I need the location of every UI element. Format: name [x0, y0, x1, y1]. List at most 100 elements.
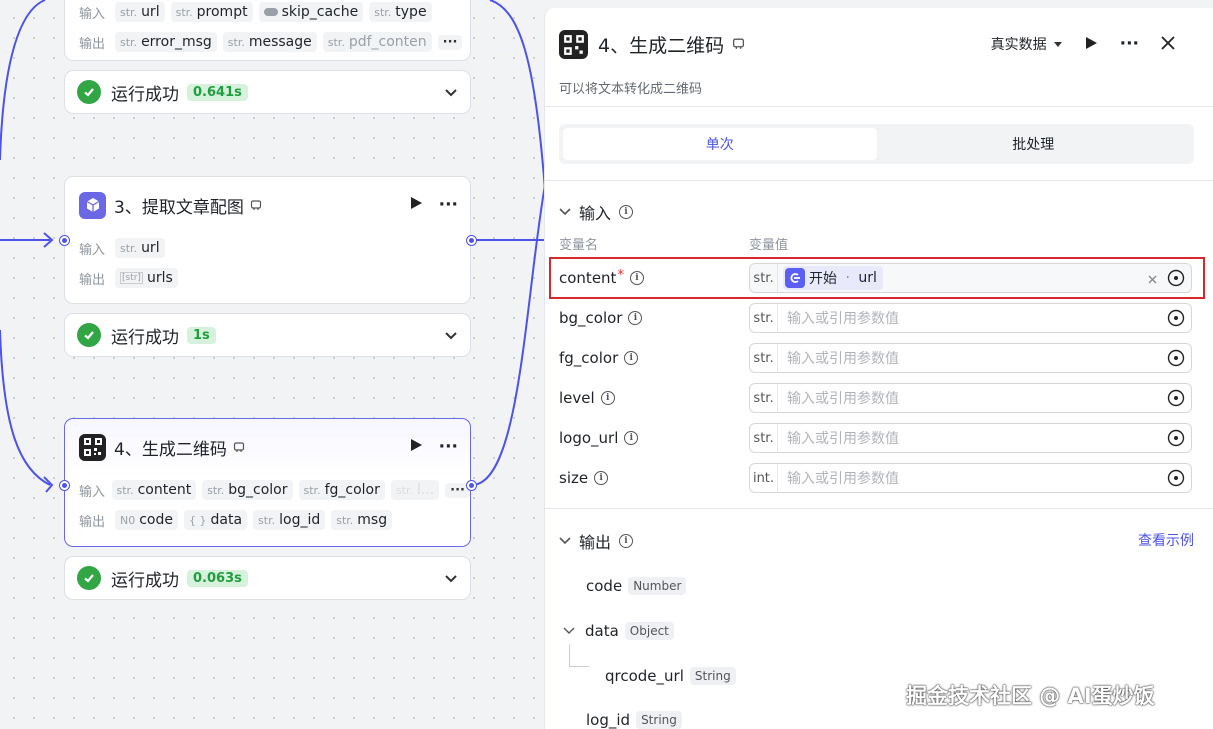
placeholder: 输入或引用参数值	[787, 311, 899, 327]
variable-select-icon[interactable]	[1167, 429, 1185, 447]
node2-status-bar[interactable]: 运行成功 0.641s	[64, 70, 471, 114]
qrcode-icon	[79, 433, 106, 461]
node-detail-panel: 4、生成二维码 真实数据 ··· 可以将文本转化成二维码 单次 批处理 输入 i…	[544, 8, 1213, 729]
info-icon: i	[624, 431, 639, 445]
type-badge: int.	[750, 464, 778, 492]
highlight-box	[549, 257, 1205, 299]
type-badge: str.	[750, 424, 778, 452]
placeholder: 输入或引用参数值	[787, 351, 899, 367]
status-text: 运行成功	[111, 570, 179, 591]
output-chip: str. msg	[331, 510, 393, 530]
info-icon: i	[628, 311, 643, 325]
info-icon: i	[619, 205, 634, 219]
input-chip: str. url	[115, 238, 165, 258]
param-name: size	[559, 469, 589, 487]
run-mode-tabs: 单次 批处理	[559, 124, 1194, 164]
panel-title: 4、生成二维码	[598, 35, 725, 57]
node4-input-handle[interactable]	[60, 481, 69, 490]
output-chip: { } data	[184, 510, 248, 530]
panel-actions: 真实数据 ···	[991, 34, 1175, 54]
input-section-header[interactable]: 输入 i	[559, 200, 634, 224]
chevron-down-icon[interactable]	[444, 326, 458, 345]
node3-inputs-row: 输入 str. url	[65, 233, 470, 263]
cube-icon	[79, 191, 106, 219]
output-field-data[interactable]: data Object	[563, 622, 674, 640]
input-chip: str. prompt	[170, 2, 253, 22]
output-chip: str. log_id	[253, 510, 326, 530]
output-field-code: code Number	[586, 577, 687, 595]
output-section-header[interactable]: 输出 i	[559, 529, 634, 553]
node4-status-bar[interactable]: 运行成功 0.063s	[64, 556, 471, 600]
status-text: 运行成功	[111, 84, 179, 105]
plugin-icon	[732, 35, 745, 54]
variable-select-icon[interactable]	[1167, 309, 1185, 327]
node-title: 3、提取文章配图	[114, 197, 244, 218]
panel-description: 可以将文本转化成二维码	[559, 82, 703, 97]
status-text: 运行成功	[111, 327, 179, 348]
output-field-qrcode-url: qrcode_url String	[605, 667, 736, 685]
tree-line	[569, 645, 589, 667]
param-input-level[interactable]: str. 输入或引用参数值	[749, 383, 1192, 413]
input-label: 输入	[79, 6, 106, 22]
node4-output-handle[interactable]	[467, 481, 476, 490]
input-chip: str. type	[369, 2, 432, 22]
panel-header: 4、生成二维码	[559, 30, 745, 59]
node3-output-handle[interactable]	[467, 236, 476, 245]
node-pdf-read[interactable]: 输入 str. url str. prompt skip_cache str. typ…	[64, 0, 471, 61]
node4-inputs-row: 输入 str. content str. bg_color str. fg_color…	[65, 475, 470, 505]
input-chip: str. bg_color	[202, 480, 293, 500]
tab-batch[interactable]: 批处理	[877, 128, 1191, 160]
more-icon[interactable]: ···	[1120, 34, 1139, 54]
node-extract-images[interactable]: 3、提取文章配图 ··· 输入 str. url 输出 [str] urls	[64, 176, 471, 304]
node3-input-handle[interactable]	[60, 236, 69, 245]
chevron-down-icon[interactable]	[444, 569, 458, 588]
node2-inputs-row: 输入 str. url str. prompt skip_cache str. typ…	[65, 0, 470, 27]
output-label: 输出	[79, 514, 106, 530]
check-icon	[77, 323, 101, 347]
variable-select-icon[interactable]	[1167, 389, 1185, 407]
more-icon[interactable]: ···	[439, 437, 458, 457]
variable-select-icon[interactable]	[1167, 349, 1185, 367]
column-header-name: 变量名	[559, 238, 599, 253]
output-field-log-id: log_id String	[586, 711, 682, 729]
param-name: fg_color	[559, 349, 619, 367]
type-tag: Object	[624, 622, 674, 640]
input-chip: str. content	[111, 480, 197, 500]
input-chip: str. fg_color	[298, 480, 385, 500]
output-chip: str. message	[222, 32, 317, 52]
output-label: 输出	[79, 36, 106, 52]
watermark: 掘金技术社区 @ AI蛋炒饭	[906, 684, 1155, 708]
more-outputs-button[interactable]: ···	[437, 34, 463, 50]
data-mode-select[interactable]: 真实数据	[991, 34, 1063, 54]
type-badge: str.	[750, 344, 778, 372]
node4-outputs-row: 输出 N0 code { } data str. log_id str. msg	[65, 505, 470, 535]
more-icon[interactable]: ···	[439, 195, 458, 215]
param-input-fg-color[interactable]: str. 输入或引用参数值	[749, 343, 1192, 373]
view-example-link[interactable]: 查看示例	[1138, 530, 1194, 550]
param-input-bg-color[interactable]: str. 输入或引用参数值	[749, 303, 1192, 333]
run-icon[interactable]	[410, 195, 423, 215]
chevron-down-icon[interactable]	[444, 83, 458, 102]
run-time-badge: 0.641s	[187, 83, 248, 101]
param-row-fg-color: fg_color i str. 输入或引用参数值	[559, 342, 1194, 374]
run-icon[interactable]	[1085, 35, 1098, 54]
check-icon	[77, 80, 101, 104]
placeholder: 输入或引用参数值	[787, 391, 899, 407]
param-input-size[interactable]: int. 输入或引用参数值	[749, 463, 1192, 493]
placeholder: 输入或引用参数值	[787, 431, 899, 447]
tab-single[interactable]: 单次	[563, 128, 877, 160]
plugin-icon	[250, 196, 262, 215]
param-row-bg-color: bg_color i str. 输入或引用参数值	[559, 302, 1194, 334]
qrcode-icon	[559, 30, 588, 59]
type-tag: String	[636, 711, 682, 729]
variable-select-icon[interactable]	[1167, 469, 1185, 487]
run-icon[interactable]	[410, 437, 423, 457]
input-chip: str. url	[115, 2, 165, 22]
node3-status-bar[interactable]: 运行成功 1s	[64, 313, 471, 357]
node-generate-qrcode[interactable]: 4、生成二维码 ··· 输入 str. content str. bg_color …	[64, 418, 471, 547]
close-icon[interactable]	[1161, 35, 1175, 54]
param-input-logo-url[interactable]: str. 输入或引用参数值	[749, 423, 1192, 453]
input-label: 输入	[79, 484, 106, 500]
param-name: level	[559, 389, 595, 407]
param-row-size: size i int. 输入或引用参数值	[559, 462, 1194, 494]
